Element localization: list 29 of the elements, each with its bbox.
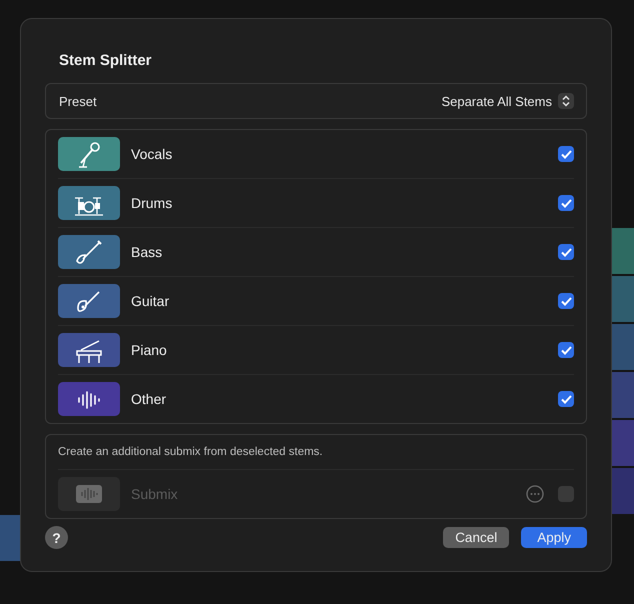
stem-name: Piano: [131, 342, 168, 358]
stem-name: Drums: [131, 195, 174, 211]
checkbox[interactable]: [558, 293, 574, 309]
checkbox[interactable]: [558, 146, 574, 162]
dialog-title: Stem Splitter: [59, 50, 153, 70]
track-region: [612, 372, 634, 418]
track-region: [612, 468, 634, 514]
submix-name: Submix: [131, 486, 179, 502]
chevrons-icon: [558, 93, 574, 109]
checkbox[interactable]: [558, 391, 574, 407]
stem-name: Bass: [131, 244, 164, 260]
track-region: [612, 276, 634, 322]
preset-label: Preset: [59, 94, 97, 108]
checkbox[interactable]: [558, 195, 574, 211]
stem-name: Vocals: [131, 146, 174, 162]
stem-name: Guitar: [131, 293, 170, 309]
track-region: [612, 228, 634, 274]
track-region: [0, 515, 22, 561]
stem-name: Other: [131, 391, 168, 407]
preset-popup[interactable]: Separate All Stems: [441, 93, 574, 109]
waveform-icon: [58, 477, 120, 511]
track-region: [612, 420, 634, 466]
apply-button[interactable]: Apply: [521, 527, 587, 548]
help-button[interactable]: ?: [45, 526, 68, 549]
checkbox[interactable]: [558, 244, 574, 260]
track-region: [612, 324, 634, 370]
checkbox[interactable]: [558, 342, 574, 358]
submix-description: Create an additional submix from deselected stems.: [58, 435, 574, 470]
cancel-button[interactable]: Cancel: [443, 527, 510, 548]
